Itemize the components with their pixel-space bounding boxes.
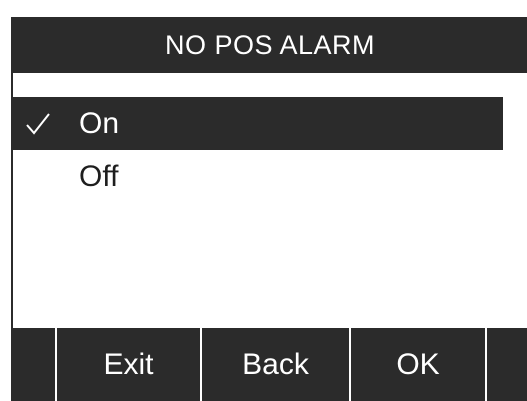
check-icon [26, 112, 50, 135]
option-label: On [79, 106, 120, 140]
softkey-blank-right[interactable] [487, 328, 527, 401]
softkey-bar: Exit Back OK [13, 328, 527, 401]
back-button-label: Back [242, 347, 309, 381]
ok-button-label: OK [396, 347, 440, 381]
screen-title-text: NO POS ALARM [164, 29, 376, 60]
option-item-on[interactable]: On [13, 97, 503, 150]
ok-button[interactable]: OK [351, 328, 485, 401]
softkey-blank-left[interactable] [13, 328, 55, 401]
option-item-off[interactable]: Off [13, 150, 503, 203]
screen-title: NO POS ALARM [13, 17, 527, 73]
option-label: Off [79, 159, 119, 193]
device-screen: NO POS ALARM On Off Exit Back OK [11, 17, 527, 401]
option-list: On Off [13, 97, 503, 203]
exit-button-label: Exit [103, 347, 154, 381]
exit-button[interactable]: Exit [57, 328, 200, 401]
back-button[interactable]: Back [202, 328, 349, 401]
